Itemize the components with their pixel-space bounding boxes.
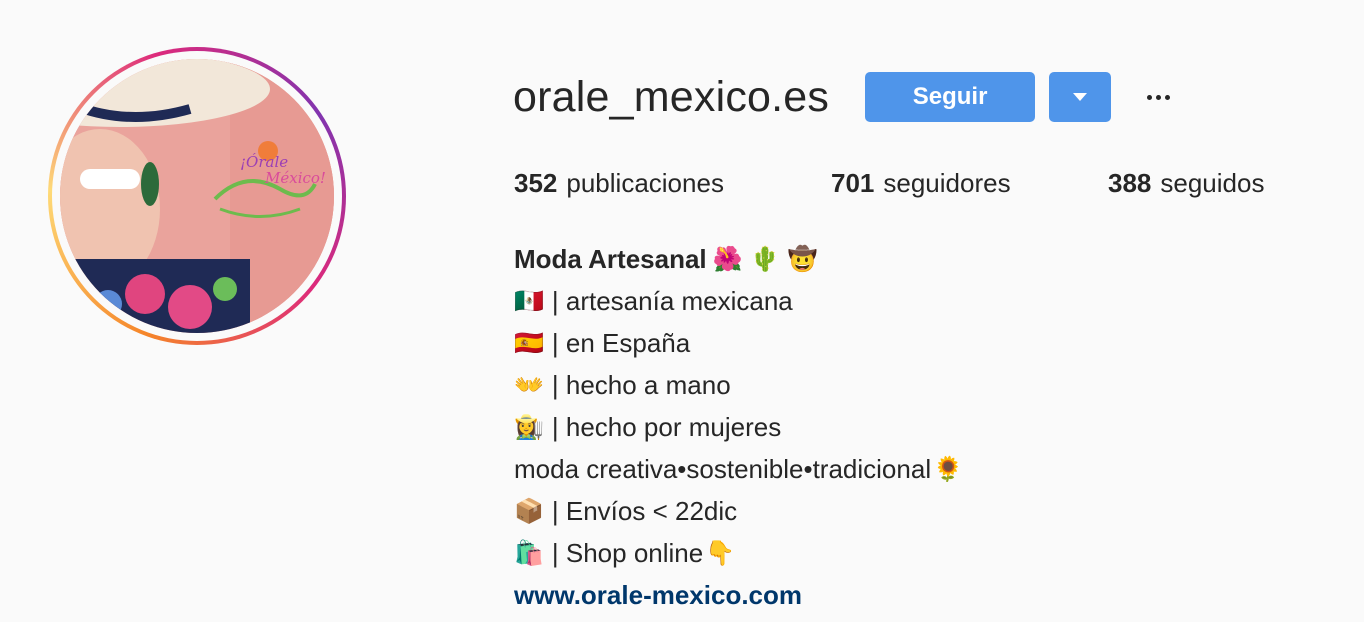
bio-line: 🇪🇸 | en España xyxy=(514,322,1334,364)
bio-line-text: | hecho a mano xyxy=(551,370,731,400)
more-dot-icon xyxy=(1155,94,1161,100)
profile-header: orale_mexico.es Seguir xyxy=(513,72,1173,122)
bio-line-text: moda creativa•sostenible•tradicional xyxy=(514,454,932,484)
spain-flag-icon: 🇪🇸 xyxy=(514,329,544,357)
profile-bio: Moda Artesanal 🌺 🌵 🤠 🇲🇽 | artesanía mexi… xyxy=(514,238,1334,616)
svg-text:México!: México! xyxy=(264,169,326,187)
more-dot-icon xyxy=(1146,94,1152,100)
bio-name-emoji: 🌺 🌵 🤠 xyxy=(712,245,818,273)
suggestions-dropdown-button[interactable] xyxy=(1049,72,1112,122)
bio-line: 👩‍🌾 | hecho por mujeres xyxy=(514,406,1334,448)
posts-stat: 352 publicaciones xyxy=(514,168,831,199)
bio-line: 🛍️ | Shop online 👇 xyxy=(514,532,1334,574)
farmer-woman-icon: 👩‍🌾 xyxy=(514,413,544,441)
following-stat[interactable]: 388 seguidos xyxy=(1108,168,1264,199)
shopping-bags-icon: 🛍️ xyxy=(514,539,544,567)
avatar[interactable]: ¡Órale México! xyxy=(60,59,334,333)
posts-count: 352 xyxy=(514,168,558,198)
followers-label: seguidores xyxy=(883,168,1011,198)
pointing-down-icon: 👇 xyxy=(705,539,736,567)
following-count: 388 xyxy=(1108,168,1152,198)
bio-line-text: | Envíos < 22dic xyxy=(551,496,738,526)
posts-label: publicaciones xyxy=(566,168,724,198)
bio-line: 📦 | Envíos < 22dic xyxy=(514,490,1334,532)
more-options-button[interactable] xyxy=(1143,72,1173,122)
sunflower-icon: 🌻 xyxy=(933,455,963,483)
follow-button[interactable]: Seguir xyxy=(865,72,1036,122)
bio-line-text: | artesanía mexicana xyxy=(551,286,793,316)
bio-name: Moda Artesanal xyxy=(514,244,707,274)
bio-line-text: | en España xyxy=(551,328,691,358)
caret-down-icon xyxy=(1073,93,1088,101)
profile-stats: 352 publicaciones 701 seguidores 388 seg… xyxy=(514,168,1264,199)
followers-stat[interactable]: 701 seguidores xyxy=(831,168,1108,199)
avatar-gap: ¡Órale México! xyxy=(52,51,342,341)
bio-line-text: | hecho por mujeres xyxy=(551,412,782,442)
package-icon: 📦 xyxy=(514,497,544,525)
bio-line: 👐 | hecho a mano xyxy=(514,364,1334,406)
website-link[interactable]: www.orale-mexico.com xyxy=(514,574,802,616)
open-hands-icon: 👐 xyxy=(514,371,544,399)
profile-avatar-ring[interactable]: ¡Órale México! xyxy=(48,47,346,345)
mexico-flag-icon: 🇲🇽 xyxy=(514,287,544,315)
more-dot-icon xyxy=(1164,94,1170,100)
avatar-photo: ¡Órale México! xyxy=(60,59,334,333)
username: orale_mexico.es xyxy=(513,72,830,121)
bio-line: 🇲🇽 | artesanía mexicana xyxy=(514,280,1334,322)
following-label: seguidos xyxy=(1160,168,1265,198)
bio-website-line: www.orale-mexico.com xyxy=(514,574,1334,616)
bio-line: moda creativa•sostenible•tradicional 🌻 xyxy=(514,448,1334,490)
bio-line-text: | Shop online xyxy=(551,538,704,568)
bio-name-line: Moda Artesanal 🌺 🌵 🤠 xyxy=(514,238,1334,280)
followers-count: 701 xyxy=(831,168,875,198)
